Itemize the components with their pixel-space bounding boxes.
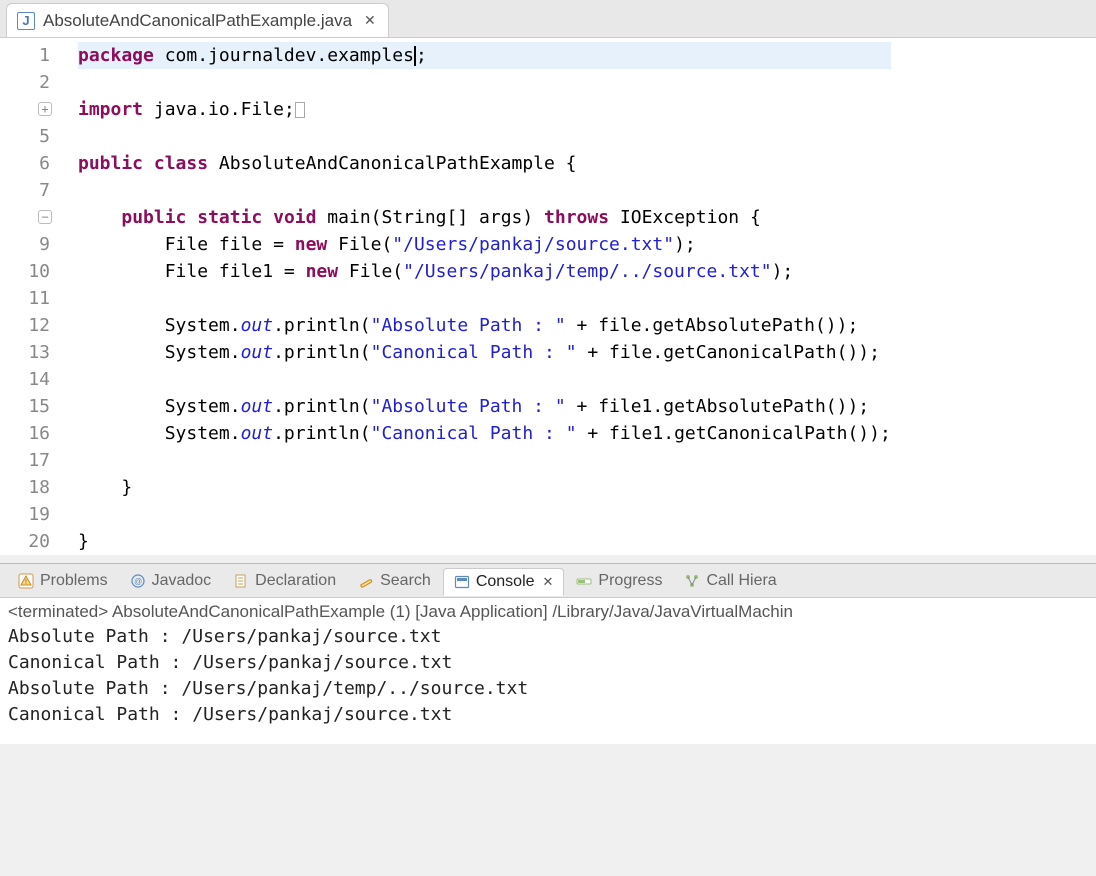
tab-console-label: Console <box>476 573 535 591</box>
close-icon[interactable]: ✕ <box>543 574 554 590</box>
code-line[interactable]: File file1 = new File("/Users/pankaj/tem… <box>78 258 891 285</box>
code-line[interactable]: public class AbsoluteAndCanonicalPathExa… <box>78 150 891 177</box>
tab-problems-label: Problems <box>40 572 108 590</box>
close-icon[interactable]: ✕ <box>362 12 378 29</box>
editor-tab-filename: AbsoluteAndCanonicalPathExample.java <box>43 11 352 31</box>
code-line[interactable]: } <box>78 474 891 501</box>
line-number: 2 <box>0 69 50 96</box>
code-line[interactable]: System.out.println("Canonical Path : " +… <box>78 339 891 366</box>
line-number: 11 <box>0 285 50 312</box>
tab-call-hierarchy[interactable]: Call Hiera <box>674 568 786 594</box>
console-output-line: Absolute Path : /Users/pankaj/source.txt <box>8 624 1088 650</box>
fold-collapse-icon[interactable]: − <box>38 210 52 224</box>
line-number: 15 <box>0 393 50 420</box>
tab-declaration-label: Declaration <box>255 572 336 590</box>
code-line[interactable] <box>78 285 891 312</box>
code-line[interactable]: File file = new File("/Users/pankaj/sour… <box>78 231 891 258</box>
code-line[interactable] <box>78 69 891 96</box>
code-line[interactable] <box>78 501 891 528</box>
tab-javadoc[interactable]: @ Javadoc <box>120 568 222 594</box>
tab-search-label: Search <box>380 572 431 590</box>
tab-javadoc-label: Javadoc <box>152 572 212 590</box>
line-number: 5 <box>0 123 50 150</box>
problems-icon: ! <box>18 573 34 589</box>
java-file-icon: J <box>17 12 35 30</box>
line-number: 14 <box>0 366 50 393</box>
code-content[interactable]: package com.journaldev.examples; import … <box>60 42 891 555</box>
line-number: 17 <box>0 447 50 474</box>
line-number: 7 <box>0 177 50 204</box>
line-number: 13 <box>0 339 50 366</box>
progress-icon <box>576 573 592 589</box>
javadoc-icon: @ <box>130 573 146 589</box>
console-output-line: Canonical Path : /Users/pankaj/source.tx… <box>8 650 1088 676</box>
search-icon <box>358 573 374 589</box>
code-line[interactable]: System.out.println("Absolute Path : " + … <box>78 312 891 339</box>
tab-problems[interactable]: ! Problems <box>8 568 118 594</box>
tab-search[interactable]: Search <box>348 568 441 594</box>
line-number: 19 <box>0 501 50 528</box>
code-line[interactable]: System.out.println("Canonical Path : " +… <box>78 420 891 447</box>
code-line[interactable] <box>78 366 891 393</box>
code-line[interactable]: } <box>78 528 891 555</box>
line-number: 16 <box>0 420 50 447</box>
line-number-gutter: 123+5678−91011121314151617181920 <box>0 42 60 555</box>
tab-console[interactable]: Console ✕ <box>443 568 565 596</box>
svg-text:@: @ <box>134 577 142 586</box>
console-terminated-info: <terminated> AbsoluteAndCanonicalPathExa… <box>8 602 1088 622</box>
bottom-panel: ! Problems @ Javadoc Declaration Search … <box>0 563 1096 744</box>
console-output-line: Absolute Path : /Users/pankaj/temp/../so… <box>8 676 1088 702</box>
code-line[interactable] <box>78 177 891 204</box>
code-line[interactable]: System.out.println("Absolute Path : " + … <box>78 393 891 420</box>
line-number: 18 <box>0 474 50 501</box>
tab-declaration[interactable]: Declaration <box>223 568 346 594</box>
line-number: 10 <box>0 258 50 285</box>
editor-tab-bar: J AbsoluteAndCanonicalPathExample.java ✕ <box>0 0 1096 38</box>
line-number: 9 <box>0 231 50 258</box>
line-number: 8− <box>0 204 50 231</box>
code-line[interactable]: import java.io.File; <box>78 96 891 123</box>
code-line[interactable]: public static void main(String[] args) t… <box>78 204 891 231</box>
folded-code-indicator[interactable] <box>295 102 305 118</box>
fold-expand-icon[interactable]: + <box>38 102 52 116</box>
declaration-icon <box>233 573 249 589</box>
line-number: 20 <box>0 528 50 555</box>
tab-progress-label: Progress <box>598 572 662 590</box>
code-editor[interactable]: 123+5678−91011121314151617181920 package… <box>0 38 1096 555</box>
code-line[interactable] <box>78 447 891 474</box>
line-number: 6 <box>0 150 50 177</box>
svg-text:!: ! <box>25 579 27 586</box>
editor-tab[interactable]: J AbsoluteAndCanonicalPathExample.java ✕ <box>6 3 389 37</box>
line-number: 3+ <box>0 96 50 123</box>
console-icon <box>454 574 470 590</box>
code-line[interactable]: package com.journaldev.examples; <box>78 42 891 69</box>
console-output-line: Canonical Path : /Users/pankaj/source.tx… <box>8 702 1088 728</box>
line-number: 1 <box>0 42 50 69</box>
tab-call-hierarchy-label: Call Hiera <box>706 572 776 590</box>
console-body[interactable]: <terminated> AbsoluteAndCanonicalPathExa… <box>0 598 1096 744</box>
bottom-tab-bar: ! Problems @ Javadoc Declaration Search … <box>0 564 1096 598</box>
tab-progress[interactable]: Progress <box>566 568 672 594</box>
code-line[interactable] <box>78 123 891 150</box>
call-hierarchy-icon <box>684 573 700 589</box>
line-number: 12 <box>0 312 50 339</box>
